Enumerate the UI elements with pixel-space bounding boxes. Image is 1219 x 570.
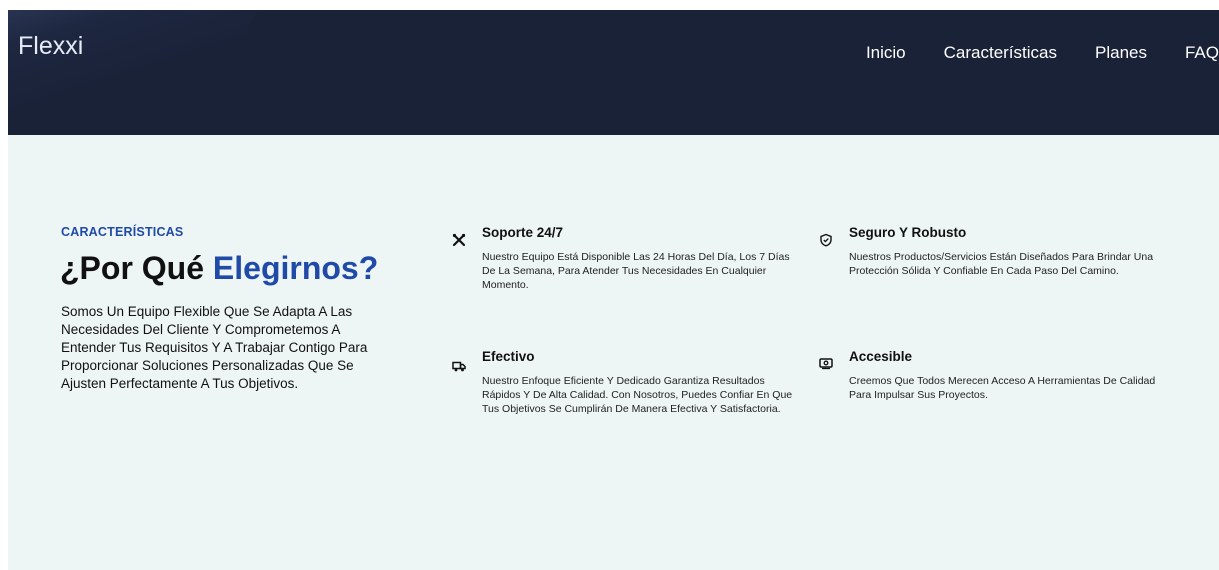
money-icon [819, 356, 833, 370]
feature-text: Nuestro Enfoque Eficiente Y Dedicado Gar… [482, 375, 793, 415]
tools-icon [452, 233, 466, 247]
feature-text: Nuestros Productos/Servicios Están Diseñ… [849, 251, 1154, 277]
feature-text: Nuestro Equipo Está Disponible Las 24 Ho… [482, 251, 790, 291]
nav-link-faq[interactable]: FAQ [1185, 43, 1219, 63]
page-frame: Flexxi Inicio Características Planes FAQ… [8, 10, 1219, 570]
nav-link-planes[interactable]: Planes [1095, 43, 1147, 63]
feature-title: Seguro Y Robusto [849, 225, 967, 240]
feature-title: Soporte 24/7 [482, 225, 564, 240]
navbar: Flexxi Inicio Características Planes FAQ [8, 10, 1219, 135]
heading-prefix: ¿Por Qué [60, 250, 213, 286]
features-section: CARACTERÍSTICAS ¿Por Qué Elegirnos? Somo… [8, 135, 1219, 570]
heading-accent: Elegirnos? [212, 250, 379, 286]
nav-menu: Inicio Características Planes FAQ [828, 43, 1219, 63]
shield-icon [819, 233, 833, 247]
nav-link-caracteristicas[interactable]: Características [944, 43, 1057, 63]
section-description: Somos Un Equipo Flexible Que Se Adapta A… [61, 304, 368, 391]
feature-title: Accesible [849, 349, 913, 364]
section-heading: ¿Por Qué Elegirnos? [60, 250, 378, 287]
feature-text: Creemos Que Todos Merecen Acceso A Herra… [849, 375, 1156, 401]
feature-title: Efectivo [482, 349, 535, 364]
brand-logo[interactable]: Flexxi [18, 32, 83, 61]
section-overline: CARACTERÍSTICAS [61, 225, 184, 239]
nav-link-inicio[interactable]: Inicio [866, 43, 906, 63]
truck-icon [452, 359, 466, 373]
